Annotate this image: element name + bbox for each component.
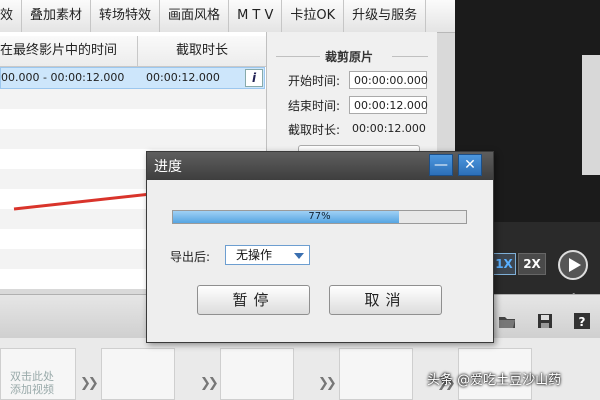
minimize-icon[interactable]: — bbox=[429, 154, 453, 176]
menu-item-transitions[interactable]: 转场特效 bbox=[91, 0, 161, 32]
menu-bar: 效 叠加素材 转场特效 画面风格 M T V 卡拉OK 升级与服务 bbox=[0, 0, 455, 33]
chevron-down-icon bbox=[294, 253, 304, 259]
speed-2x-button[interactable]: 2X bbox=[518, 253, 546, 275]
table-row[interactable]: 00.000 - 00:00:12.000 00:00:12.000 i bbox=[0, 67, 265, 89]
after-export-select[interactable]: 无操作 bbox=[225, 245, 310, 265]
menu-item-overlay[interactable]: 叠加素材 bbox=[22, 0, 92, 32]
info-icon[interactable]: i bbox=[245, 69, 263, 87]
after-export-value: 无操作 bbox=[236, 248, 273, 262]
speed-1x-button[interactable]: 1X bbox=[492, 253, 516, 275]
progress-text: 77% bbox=[308, 211, 331, 222]
menu-item-style[interactable]: 画面风格 bbox=[160, 0, 230, 32]
clip-slot[interactable] bbox=[339, 348, 413, 400]
duration-value: 00:00:12.000 bbox=[352, 122, 426, 135]
clip-panel-title: 裁剪原片 bbox=[325, 50, 374, 64]
start-time-label: 开始时间: bbox=[288, 74, 341, 88]
menu-item-effects[interactable]: 效 bbox=[0, 0, 23, 32]
dialog-title: 进度 bbox=[154, 159, 182, 175]
cancel-button[interactable]: 取消 bbox=[329, 285, 442, 315]
divider bbox=[276, 56, 320, 57]
close-icon[interactable]: ✕ bbox=[458, 154, 482, 176]
end-time-label: 结束时间: bbox=[288, 99, 341, 113]
start-time-field[interactable]: 00:00:00.000 bbox=[349, 71, 428, 89]
pause-button[interactable]: 暂停 bbox=[197, 285, 310, 315]
end-time-field[interactable]: 00:00:12.000 bbox=[349, 96, 428, 114]
column-header-duration: 截取时长 bbox=[138, 36, 266, 67]
menu-item-upgrade[interactable]: 升级与服务 bbox=[344, 0, 427, 32]
empty-row bbox=[0, 129, 266, 149]
open-folder-icon[interactable] bbox=[498, 313, 516, 329]
cell-range: 00.000 - 00:00:12.000 bbox=[1, 71, 125, 84]
divider bbox=[392, 56, 428, 57]
clip-slot[interactable] bbox=[220, 348, 294, 400]
watermark: 头条 @爱吃土豆沙山药 bbox=[427, 373, 562, 388]
save-icon[interactable] bbox=[536, 313, 554, 329]
preview-frame bbox=[582, 55, 600, 175]
duration-label: 截取时长: bbox=[288, 123, 341, 137]
column-header-time: 在最终影片中的时间 bbox=[0, 36, 138, 67]
progress-bar: 77% bbox=[172, 210, 467, 224]
empty-row bbox=[0, 89, 266, 109]
help-icon[interactable]: ? bbox=[573, 313, 591, 329]
play-icon[interactable] bbox=[558, 250, 588, 280]
after-export-label: 导出后: bbox=[170, 250, 211, 264]
chevron-right-icon: ❯❯ bbox=[80, 376, 99, 391]
chevron-right-icon: ❯❯ bbox=[200, 376, 219, 391]
svg-text:?: ? bbox=[579, 315, 586, 329]
cell-duration: 00:00:12.000 bbox=[146, 71, 220, 84]
menu-item-karaoke[interactable]: 卡拉OK bbox=[282, 0, 345, 32]
empty-row bbox=[0, 109, 266, 129]
add-video-hint: 双击此处 添加视频 bbox=[10, 370, 54, 396]
clip-slot[interactable] bbox=[101, 348, 175, 400]
menu-item-mtv[interactable]: M T V bbox=[229, 0, 283, 32]
chevron-right-icon: ❯❯ bbox=[318, 376, 337, 391]
